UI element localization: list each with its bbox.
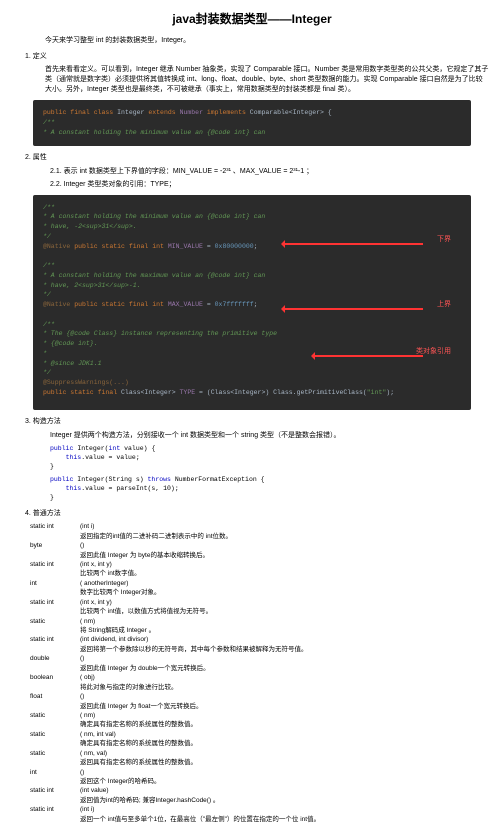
method-return: float [30,693,80,701]
method-desc: 返回将第一个参数除以秒的无符号商，其中每个参数和结果被解释为无符号值。 [80,646,474,654]
section-2-1: 2.1. 表示 int 数据类型上下界值的字段：MIN_VALUE = -2³¹… [50,166,489,176]
method-return: static [30,712,80,720]
section-1-title: 1. 定义 [25,51,489,61]
method-sig: ( nm) [80,618,474,626]
method-desc: 确定具有指定名称的系统属性的整数值。 [80,740,474,748]
label-down: 下界 [437,235,451,246]
code-block-1: public final class Integer extends Numbe… [33,100,471,145]
method-return: static int [30,523,80,531]
arrow-up [283,308,423,310]
method-sig: ( nm) [80,712,474,720]
method-desc: 返回值为int的哈希码; 兼容Integer.hashCode() 。 [80,797,474,805]
method-desc: 返回一个 int值与至多单个1位，在最高位（"最左侧"）的位置在指定的一个位 i… [80,816,474,824]
method-return: static int [30,561,80,569]
method-sig: (int x, int y) [80,599,474,607]
arrow-type [313,355,423,357]
method-sig: (int i) [80,523,474,531]
method-return: static [30,750,80,758]
code-block-3b: public Integer(String s) throws NumberFo… [50,475,454,502]
section-3-para: Integer 提供两个构造方法，分别接收一个 int 数据类型和一个 stri… [50,430,489,440]
label-type: 类对象引用 [416,347,451,358]
method-desc: 将 String解码成 Integer 。 [80,627,474,635]
method-return: int [30,580,80,588]
method-return: int [30,769,80,777]
method-sig: (int x, int y) [80,561,474,569]
page-title: java封装数据类型——Integer [15,10,489,27]
method-return: static [30,731,80,739]
code-block-2: /** * A constant holding the minimum val… [33,195,471,410]
method-desc: 比较两个 int值，以数值方式将值视为无符号。 [80,608,474,616]
method-sig: ( nm, val) [80,750,474,758]
method-desc: 返回此值 Integer 为 double一个宽元转换后。 [80,665,474,673]
method-desc: 将此对象与指定的对象进行比较。 [80,684,474,692]
method-desc: 返回具有指定名称的系统属性的整数值。 [80,759,474,767]
section-2-title: 2. 属性 [25,152,489,162]
method-desc: 返回此值 Integer 为 float一个宽元转换后。 [80,703,474,711]
method-sig: ( obj) [80,674,474,682]
method-sig: () [80,769,474,777]
method-return: double [30,655,80,663]
label-up: 上界 [437,300,451,311]
method-sig: (int dividend, int divisor) [80,636,474,644]
methods-table: static int(int i)返回指定的int值的二进补码二进制表示中的 i… [30,523,474,824]
method-sig: () [80,655,474,663]
method-sig: ( nm, int val) [80,731,474,739]
method-return: byte [30,542,80,550]
method-desc: 返回这个 Integer的哈希码。 [80,778,474,786]
section-3-title: 3. 构造方法 [25,416,489,426]
arrow-down [283,243,423,245]
method-sig: () [80,693,474,701]
method-desc: 数字比较两个 Integer对象。 [80,589,474,597]
method-return: static int [30,599,80,607]
method-return: boolean [30,674,80,682]
method-desc: 比较两个 int数字值。 [80,570,474,578]
method-return: static [30,618,80,626]
method-sig: () [80,542,474,550]
section-1-para: 首先来看看定义。可以看到，Integer 继承 Number 抽象类，实现了 C… [45,65,489,94]
intro-text: 今天来学习整型 int 的封装数据类型，Integer。 [45,35,489,45]
method-return: static int [30,636,80,644]
method-return: static int [30,787,80,795]
section-4-title: 4. 普通方法 [25,508,489,518]
method-sig: (int i) [80,806,474,814]
method-sig: (int value) [80,787,474,795]
method-desc: 返回指定的int值的二进补码二进制表示中的 int位数。 [80,533,474,541]
method-sig: ( anotherInteger) [80,580,474,588]
method-desc: 返回此值 Integer 为 byte的基本收缩转换后。 [80,552,474,560]
code-block-3a: public public Integer(int value) {Intege… [50,444,454,471]
method-desc: 确定具有指定名称的系统属性的整数值。 [80,721,474,729]
method-return: static int [30,806,80,814]
section-2-2: 2.2. Integer 类型类对象的引用：TYPE； [50,179,489,189]
